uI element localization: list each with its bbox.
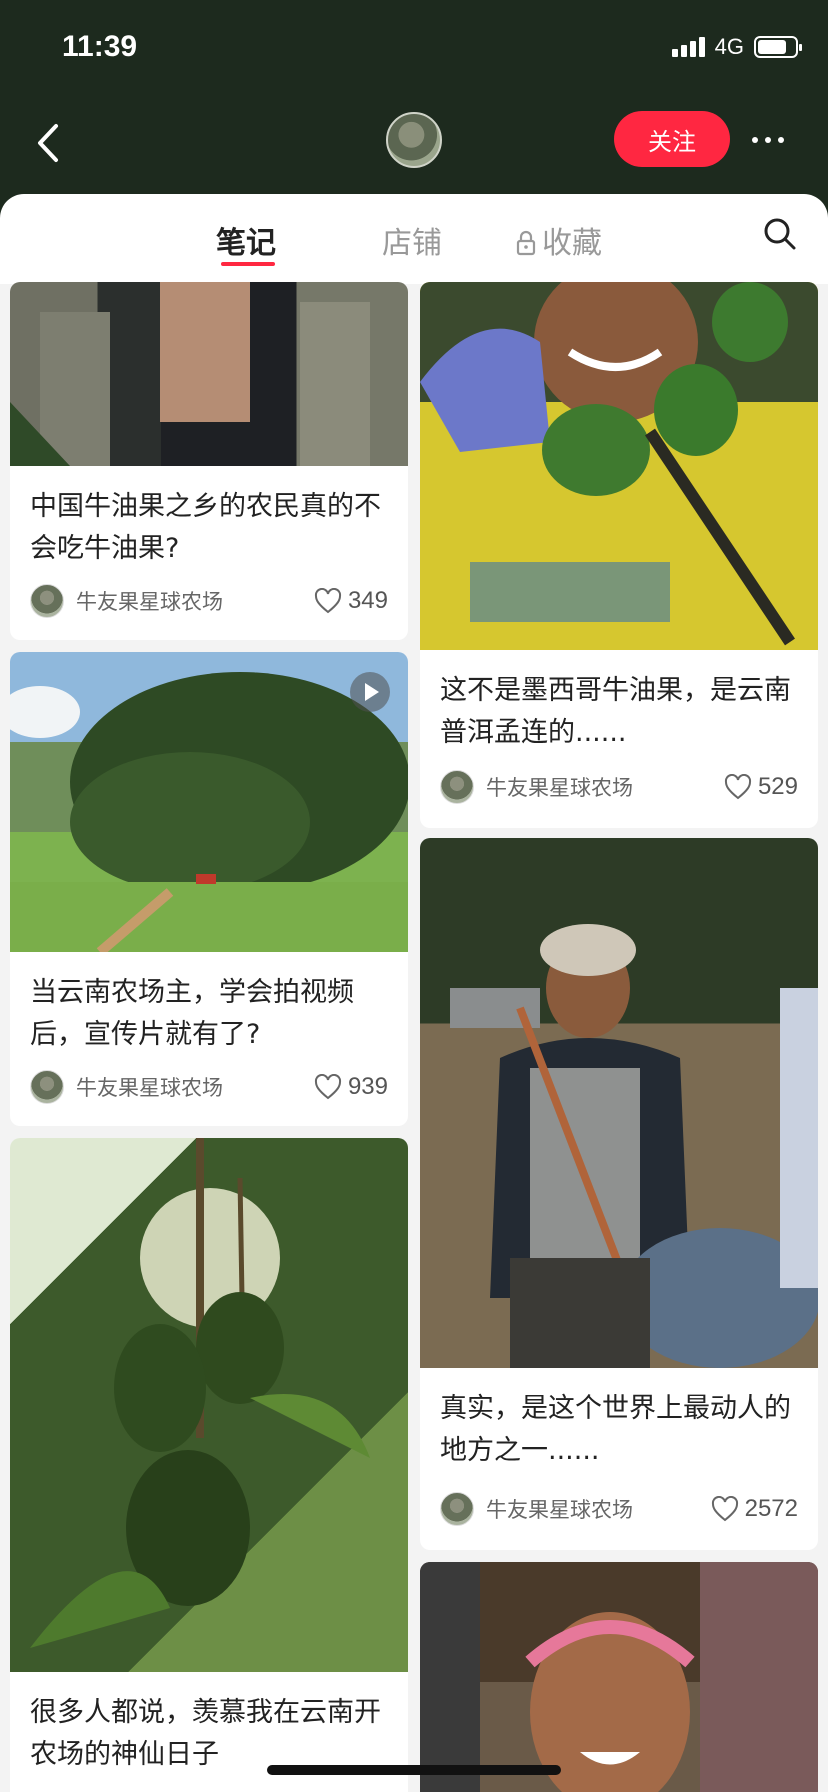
- play-video-icon[interactable]: [350, 672, 390, 712]
- author-name: 牛友果星球农场: [486, 776, 633, 800]
- heart-icon[interactable]: [314, 1074, 342, 1100]
- author-name: 牛友果星球农场: [486, 1498, 633, 1522]
- author-avatar: [30, 1070, 64, 1104]
- note-card[interactable]: 这不是墨西哥牛油果，是云南普洱孟连的...... 牛友果星球农场 529: [420, 282, 818, 828]
- heart-icon[interactable]: [711, 1496, 739, 1522]
- network-type: 4G: [714, 34, 744, 59]
- note-title: 中国牛油果之乡的农民真的不会吃牛油果?: [30, 491, 381, 564]
- note-image: [10, 652, 408, 952]
- note-meta: 牛友果星球农场 939: [30, 1070, 388, 1104]
- photo-big-tree: [10, 672, 408, 952]
- note-title: 当云南农场主，学会拍视频后，宣传片就有了?: [30, 977, 354, 1050]
- note-image: [10, 282, 408, 466]
- note-title: 这不是墨西哥牛油果，是云南普洱孟连的......: [440, 675, 791, 748]
- follow-button[interactable]: 关注: [614, 111, 730, 167]
- note-card[interactable]: 当云南农场主，学会拍视频后，宣传片就有了? 牛友果星球农场 939: [10, 652, 408, 1126]
- search-button[interactable]: [762, 216, 798, 252]
- chevron-left-icon: [38, 124, 58, 162]
- like-count: 529: [757, 773, 798, 800]
- note-meta: 牛友果星球农场 349: [30, 584, 388, 618]
- tab-favorites[interactable]: 收藏: [516, 218, 602, 262]
- author-name: 牛友果星球农场: [76, 590, 223, 614]
- author-avatar: [440, 770, 474, 804]
- note-image: [420, 838, 818, 1368]
- notes-feed: 中国牛油果之乡的农民真的不会吃牛油果? 牛友果星球农场 349 这不是墨西哥牛油…: [0, 282, 828, 1792]
- photo-laughing-woman: [420, 1562, 818, 1792]
- signal-icon: [671, 37, 705, 57]
- note-card[interactable]: [420, 1562, 818, 1792]
- avatar[interactable]: [386, 112, 442, 168]
- note-card[interactable]: 中国牛油果之乡的农民真的不会吃牛油果? 牛友果星球农场 349: [10, 282, 408, 640]
- like-count: 349: [347, 587, 388, 614]
- tab-notes[interactable]: 笔记: [216, 218, 276, 262]
- photo-old-farmer: [450, 924, 818, 1368]
- note-image: [420, 1562, 818, 1792]
- status-time: 11:39: [62, 30, 138, 63]
- more-options-button[interactable]: [752, 128, 792, 152]
- active-tab-indicator: [221, 262, 275, 266]
- home-indicator: [267, 1765, 561, 1775]
- note-meta: 牛友果星球农场 529: [440, 770, 798, 804]
- author-avatar: [440, 1492, 474, 1526]
- like-count: 2572: [744, 1495, 798, 1522]
- status-indicators: 4G: [671, 34, 802, 60]
- photo-avocados-on-tree: [30, 1138, 370, 1648]
- tab-bar: 笔记 店铺 收藏: [0, 194, 828, 284]
- note-title: 很多人都说，羡慕我在云南开农场的神仙日子: [30, 1697, 381, 1770]
- photo-smiling-farmer-avocados: [420, 282, 818, 646]
- author-avatar: [30, 584, 64, 618]
- author-name: 牛友果星球农场: [76, 1076, 223, 1100]
- heart-icon[interactable]: [314, 588, 342, 614]
- tab-shop[interactable]: 店铺: [382, 218, 442, 262]
- note-image: [420, 282, 818, 650]
- tab-favorites-label: 收藏: [542, 226, 602, 261]
- note-meta: 牛友果星球农场 2572: [440, 1492, 798, 1526]
- back-button[interactable]: [30, 118, 70, 168]
- battery-icon: [754, 36, 802, 58]
- like-count: 939: [347, 1073, 388, 1100]
- more-dots-icon: [752, 137, 758, 143]
- lock-icon: [516, 230, 536, 256]
- note-card[interactable]: 很多人都说，羡慕我在云南开农场的神仙日子: [10, 1138, 408, 1792]
- note-title: 真实，是这个世界上最动人的地方之一......: [440, 1393, 791, 1466]
- note-card[interactable]: 真实，是这个世界上最动人的地方之一...... 牛友果星球农场 2572: [420, 838, 818, 1550]
- heart-icon[interactable]: [724, 774, 752, 800]
- search-icon: [764, 218, 796, 250]
- photo-farmer-chest: [10, 282, 370, 466]
- note-image: [10, 1138, 408, 1672]
